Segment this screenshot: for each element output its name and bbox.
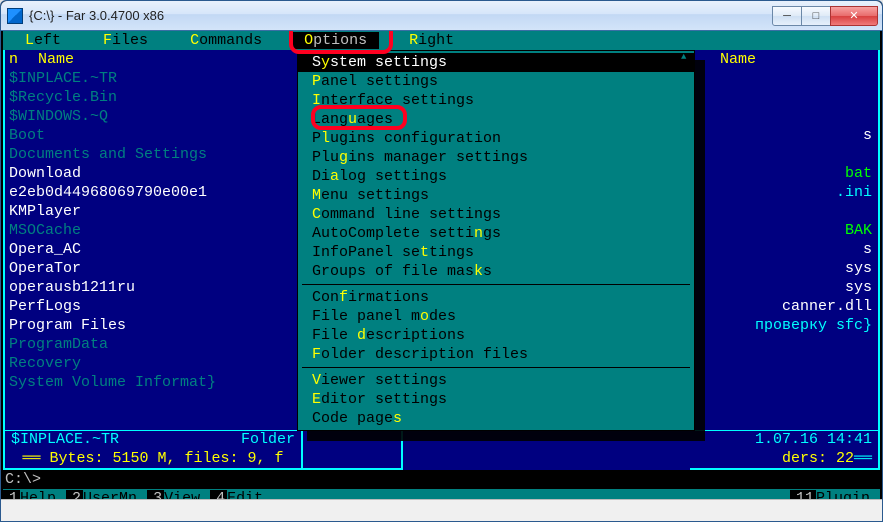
menu-option[interactable]: Editor settings: [298, 390, 694, 409]
menu-option[interactable]: Plugins configuration: [298, 129, 694, 148]
menu-option[interactable]: Panel settings: [298, 72, 694, 91]
list-item[interactable]: Download: [5, 164, 301, 183]
menu-option[interactable]: File descriptions: [298, 326, 694, 345]
list-item[interactable]: $WINDOWS.~Q: [5, 107, 301, 126]
prompt-text: C:\>: [5, 471, 41, 488]
list-item[interactable]: BAK: [690, 221, 878, 240]
maximize-button[interactable]: □: [801, 6, 831, 26]
window-statusbar: [1, 499, 882, 521]
menu-option[interactable]: Code pages: [298, 409, 694, 428]
col-header-right: Name: [720, 51, 776, 68]
col-header-n: n: [9, 51, 38, 68]
menu-option[interactable]: Plugins manager settings: [298, 148, 694, 167]
menu-option[interactable]: Confirmations: [298, 288, 694, 307]
menu-option[interactable]: InfoPanel settings: [298, 243, 694, 262]
list-item[interactable]: s: [690, 126, 878, 145]
list-item[interactable]: .ini: [690, 183, 878, 202]
status-folders: ders: 22: [782, 450, 854, 469]
list-item[interactable]: Opera_AC: [5, 240, 301, 259]
command-line[interactable]: C:\>: [3, 470, 880, 489]
list-item[interactable]: bat: [690, 164, 878, 183]
keybar[interactable]: 1Help2UserMn3View4Edit 11Plugin: [3, 489, 880, 499]
menu-left[interactable]: Left: [13, 32, 73, 49]
minimize-button[interactable]: ─: [772, 6, 802, 26]
list-item[interactable]: проверку sfc}: [690, 316, 878, 335]
keybar-num: 2: [66, 490, 83, 499]
status-name: $INPLACE.~TR: [11, 431, 119, 450]
keybar-label[interactable]: Help: [20, 490, 66, 499]
keybar-label[interactable]: Edit: [227, 490, 273, 499]
menu-options[interactable]: Options: [292, 32, 379, 49]
menu-option[interactable]: System settings: [298, 53, 694, 72]
list-item[interactable]: [690, 69, 878, 88]
list-item[interactable]: [690, 107, 878, 126]
status-date: 1.07.16 14:41: [755, 431, 872, 450]
right-panel[interactable]: Name sbat.iniBAKssyssyscanner.dllпроверк…: [690, 50, 880, 470]
left-panel[interactable]: n Name $INPLACE.~TR$Recycle.Bin$WINDOWS.…: [3, 50, 303, 470]
keybar-label[interactable]: UserMn: [83, 490, 147, 499]
menu-option[interactable]: Languages: [298, 110, 694, 129]
menu-commands[interactable]: Commands: [178, 32, 274, 49]
menu-option[interactable]: File panel modes: [298, 307, 694, 326]
menu-option[interactable]: AutoComplete settings: [298, 224, 694, 243]
scroll-up-icon[interactable]: [682, 55, 691, 65]
left-panel-header: n Name: [5, 50, 301, 69]
app-icon: [7, 8, 23, 24]
menu-option[interactable]: Groups of file masks: [298, 262, 694, 281]
keybar-num: 4: [210, 490, 227, 499]
window-frame: {C:\} - Far 3.0.4700 x86 ─ □ ✕ Left Files…: [0, 0, 883, 522]
list-item[interactable]: canner.dll: [690, 297, 878, 316]
left-panel-status: $INPLACE.~TR Folder ══ Bytes: 5150 M, fi…: [5, 430, 301, 468]
keybar-num: 11: [790, 490, 816, 499]
menubar[interactable]: Left Files Commands Options Right: [3, 31, 880, 50]
list-item[interactable]: e2eb0d44968069790e00e1: [5, 183, 301, 202]
list-item[interactable]: Program Files: [5, 316, 301, 335]
list-item[interactable]: KMPlayer: [5, 202, 301, 221]
list-item[interactable]: System Volume Informat}: [5, 373, 301, 392]
menu-option[interactable]: Dialog settings: [298, 167, 694, 186]
list-item[interactable]: $INPLACE.~TR: [5, 69, 301, 88]
window-title: {C:\} - Far 3.0.4700 x86: [29, 8, 164, 23]
list-item[interactable]: [690, 88, 878, 107]
list-item[interactable]: Boot: [5, 126, 301, 145]
list-item[interactable]: $Recycle.Bin: [5, 88, 301, 107]
menu-right[interactable]: Right: [397, 32, 466, 49]
col-header-name: Name: [38, 51, 94, 68]
list-item[interactable]: s: [690, 240, 878, 259]
window-buttons: ─ □ ✕: [773, 6, 878, 26]
list-item[interactable]: operausb1211ru: [5, 278, 301, 297]
status-type: Folder: [241, 431, 295, 450]
keybar-num: 1: [3, 490, 20, 499]
menu-separator: [302, 367, 690, 368]
list-item[interactable]: MSOCache: [5, 221, 301, 240]
list-item[interactable]: Recovery: [5, 354, 301, 373]
list-item[interactable]: sys: [690, 278, 878, 297]
list-item[interactable]: OperaTor: [5, 259, 301, 278]
list-item[interactable]: PerfLogs: [5, 297, 301, 316]
titlebar[interactable]: {C:\} - Far 3.0.4700 x86 ─ □ ✕: [1, 1, 882, 31]
keybar-label[interactable]: Plugin: [816, 490, 880, 499]
menu-separator: [302, 284, 690, 285]
close-button[interactable]: ✕: [830, 6, 878, 26]
terminal-area: Left Files Commands Options Right n Name $IN…: [1, 31, 882, 499]
menu-option[interactable]: Viewer settings: [298, 371, 694, 390]
right-panel-status: 1.07.16 14:41 ders: 22 ══: [690, 430, 878, 468]
right-panel-header: Name: [690, 50, 878, 69]
list-item[interactable]: [690, 145, 878, 164]
menu-option[interactable]: Folder description files: [298, 345, 694, 364]
keybar-num: 3: [147, 490, 164, 499]
list-item[interactable]: sys: [690, 259, 878, 278]
options-dropdown[interactable]: System settingsPanel settingsInterface s…: [297, 50, 695, 431]
list-item[interactable]: ProgramData: [5, 335, 301, 354]
menu-option[interactable]: Menu settings: [298, 186, 694, 205]
menu-option[interactable]: Command line settings: [298, 205, 694, 224]
list-item[interactable]: Documents and Settings: [5, 145, 301, 164]
menu-files[interactable]: Files: [91, 32, 160, 49]
menu-option[interactable]: Interface settings: [298, 91, 694, 110]
list-item[interactable]: [690, 202, 878, 221]
keybar-label[interactable]: View: [164, 490, 210, 499]
status-bytes: ══ Bytes: 5150 M, files: 9, f: [22, 450, 283, 469]
